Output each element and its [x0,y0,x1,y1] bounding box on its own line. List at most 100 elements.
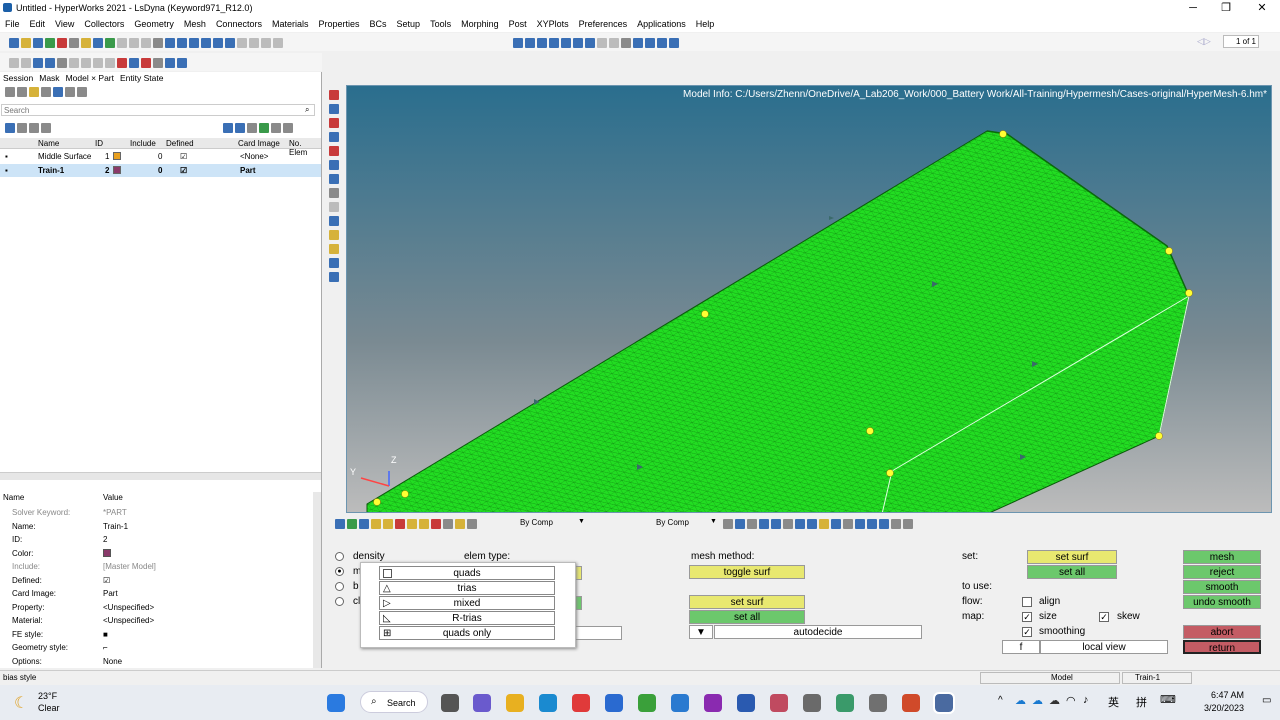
radio-density[interactable] [335,552,344,561]
ime-settings-icon[interactable]: ⌨ [1160,693,1176,706]
tab-entity-state[interactable]: Entity State [117,72,166,84]
radio-b[interactable] [335,582,344,591]
menu-file[interactable]: File [0,17,25,29]
box2-icon[interactable] [129,37,139,48]
menu-materials[interactable]: Materials [267,17,314,29]
view4-icon[interactable] [237,37,247,48]
menu-edit[interactable]: Edit [25,17,51,29]
defined-checkbox[interactable]: ☑ [180,166,187,175]
import-icon[interactable] [45,37,55,48]
props-row[interactable]: Include: [Master Model] [0,561,310,574]
graphics-viewport[interactable]: Model Info: C:/Users/Zhenn/OneDrive/A_La… [346,85,1272,513]
pencil-icon[interactable] [33,57,43,68]
color-swatch[interactable] [113,166,121,174]
flag-icon[interactable] [117,57,127,68]
dt-icon-14[interactable] [747,518,757,529]
align-checkbox[interactable] [1022,597,1032,607]
menu-post[interactable]: Post [504,17,532,29]
autodecide-select[interactable]: autodecide [714,625,922,639]
horizontal-scrollbar[interactable] [0,472,321,480]
menu-xyplots[interactable]: XYPlots [532,17,574,29]
props-row[interactable]: Card Image: Part [0,588,310,601]
word-icon[interactable] [737,694,755,712]
menu-setup[interactable]: Setup [392,17,426,29]
smooth-button[interactable]: smooth [1183,580,1261,594]
dt-icon-16[interactable] [771,518,781,529]
dt-icon-1[interactable] [335,518,345,529]
view2-icon[interactable] [213,37,223,48]
props-row[interactable]: Solver Keyword: *PART [0,507,310,520]
input-lang[interactable]: 英 [1108,694,1119,710]
calc-icon[interactable] [177,57,187,68]
zoom-icon[interactable] [153,37,163,48]
chevron-down-icon[interactable]: ▼ [578,518,585,525]
set-surf-button[interactable]: set surf [1027,550,1117,564]
zoom-box-icon[interactable] [597,37,607,48]
undo-icon[interactable] [9,57,19,68]
vt-icon-9[interactable] [329,202,339,212]
col-include[interactable]: Include [130,139,156,148]
page-arrows-icon[interactable]: ◁▷ [1197,36,1211,47]
pointer-icon[interactable] [247,122,257,133]
expand-icon[interactable] [5,122,15,133]
vt-icon-6[interactable] [329,160,339,170]
vt-icon-1[interactable] [329,90,339,100]
dropdown-item-r-trias[interactable]: ◺ R-trias [379,611,555,625]
mesh-model[interactable] [347,86,1272,513]
dt-icon-10[interactable] [455,518,465,529]
view-icon[interactable] [201,37,211,48]
hide2-icon[interactable] [283,122,293,133]
notification-icon[interactable]: ▭ [1262,695,1271,706]
set-surf-mid-button[interactable]: set surf [689,595,805,609]
browser-tool7-icon[interactable] [77,86,87,97]
dt-icon-19[interactable] [807,518,817,529]
mesh-button[interactable]: mesh [1183,550,1261,564]
props-row[interactable]: Color: [0,548,310,561]
props-row[interactable]: Material: <Unspecified> [0,615,310,628]
props-row[interactable]: FE style: ■ [0,629,310,642]
explorer-icon[interactable] [506,694,524,712]
props-row[interactable]: Options: None [0,656,310,669]
browser-tool4-icon[interactable] [41,86,51,97]
arrows-icon[interactable] [645,37,655,48]
dropdown-item-quads[interactable]: quads [379,566,555,580]
vt-icon-4[interactable] [329,132,339,142]
isolate-icon[interactable] [259,122,269,133]
plus-icon[interactable] [903,518,913,529]
display3-icon[interactable] [537,37,547,48]
view7-icon[interactable] [273,37,283,48]
f-button[interactable]: f [1002,640,1040,654]
chrome-icon[interactable] [638,694,656,712]
browser-tool-icon[interactable] [5,86,15,97]
props-row[interactable]: Property: <Unspecified> [0,602,310,615]
size-checkbox[interactable]: ✓ [1022,612,1032,622]
menu-collectors[interactable]: Collectors [79,17,129,29]
open-icon[interactable] [9,37,19,48]
vt-icon-5[interactable] [329,146,339,156]
menu-geometry[interactable]: Geometry [129,17,179,29]
props-row[interactable]: ID: 2 [0,534,310,547]
show-icon[interactable] [223,122,233,133]
dt-icon-6[interactable] [395,518,405,529]
menu-bcs[interactable]: BCs [365,17,392,29]
onedrive2-icon[interactable]: ☁ [1032,694,1043,707]
chat-icon[interactable] [473,694,491,712]
set-all-button[interactable]: set all [1027,565,1117,579]
dropdown-item-mixed[interactable]: ▷ mixed [379,596,555,610]
display4-icon[interactable] [549,37,559,48]
reject-button[interactable]: reject [1183,565,1261,579]
display6-icon[interactable] [573,37,583,48]
browser-tool5-icon[interactable] [53,86,63,97]
export-icon[interactable] [57,37,67,48]
star-icon[interactable] [819,518,829,529]
cube4-icon[interactable] [105,57,115,68]
radio-cl[interactable] [335,597,344,606]
spin-icon[interactable] [633,37,643,48]
props-row[interactable]: Name: Train-1 [0,521,310,534]
start-icon[interactable] [327,694,345,712]
dt-icon-15[interactable] [759,518,769,529]
display5-icon[interactable] [561,37,571,48]
vt-icon-13[interactable] [329,258,339,268]
volume-icon[interactable]: ♪ [1083,694,1089,706]
dropdown-item-trias[interactable]: △ trias [379,581,555,595]
